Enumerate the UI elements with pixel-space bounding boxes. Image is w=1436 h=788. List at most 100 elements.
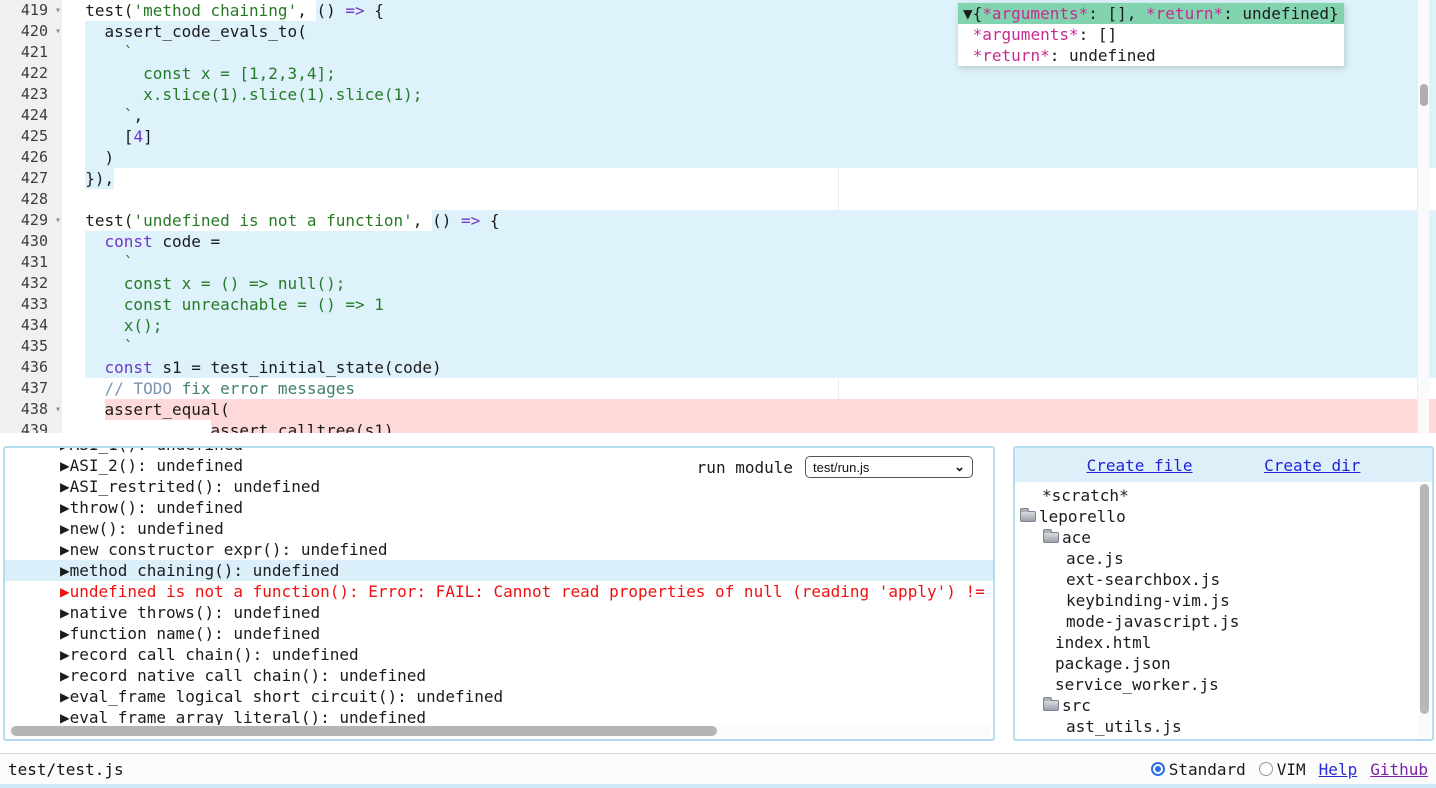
code-line[interactable]: 424 `, [0, 105, 1436, 126]
tree-item-label: keybinding-vim.js [1066, 590, 1230, 611]
test-results-panel: ▶ASI_1(): undefined▶ASI_2(): undefined▶A… [3, 446, 995, 741]
code-line[interactable]: 427 }), [0, 168, 1436, 189]
test-result-item[interactable]: ▶method chaining(): undefined [5, 560, 993, 581]
test-result-item[interactable]: ▶new(): undefined [5, 518, 993, 539]
value-tooltip-header[interactable]: ▼{*arguments*: [], *return*: undefined} [958, 3, 1344, 24]
radio-standard-label: Standard [1169, 760, 1246, 779]
line-gutter: 436 [0, 357, 62, 378]
code-text[interactable]: assert_calltree(s1) [62, 420, 1436, 433]
value-tooltip-row[interactable]: *return*: undefined [958, 45, 1344, 66]
code-segment: () => { [432, 210, 499, 231]
test-result-item[interactable]: ▶record call chain(): undefined [5, 644, 993, 665]
test-result-item[interactable]: ▶ASI_restrited(): undefined [5, 476, 993, 497]
create-file-link[interactable]: Create file [1087, 456, 1193, 475]
file-tree-panel: Create file Create dir *scratch*leporell… [1013, 446, 1434, 741]
editor-scrollbar-thumb[interactable] [1420, 84, 1428, 106]
code-text[interactable]: const code = [62, 231, 1436, 252]
line-number: 421 [21, 43, 48, 61]
tree-file-item[interactable]: keybinding-vim.js [1015, 590, 1432, 611]
code-text[interactable] [62, 189, 1436, 210]
line-number: 431 [21, 253, 48, 271]
code-line[interactable]: 436 const s1 = test_initial_state(code) [0, 357, 1436, 378]
test-result-item[interactable]: ▶undefined is not a function(): Error: F… [5, 581, 993, 602]
tree-file-item[interactable]: index.html [1015, 632, 1432, 653]
test-result-item[interactable]: ▶record native call chain(): undefined [5, 665, 993, 686]
code-line[interactable]: 430 const code = [0, 231, 1436, 252]
tree-file-item[interactable]: ace.js [1015, 548, 1432, 569]
tree-file-item[interactable]: *scratch* [1015, 485, 1432, 506]
code-segment [66, 105, 85, 126]
create-dir-link[interactable]: Create dir [1264, 456, 1360, 475]
code-line[interactable]: 426 ) [0, 147, 1436, 168]
tree-scrollbar-thumb[interactable] [1420, 484, 1429, 714]
code-text[interactable]: test('undefined is not a function', () =… [62, 210, 1436, 231]
code-segment: const s1 = test_initial_state(code) [85, 357, 441, 378]
code-text[interactable]: [4] [62, 126, 1436, 147]
run-module-select[interactable]: test/run.js ⌄ [805, 456, 973, 478]
keybinding-vim-option[interactable]: VIM [1259, 760, 1306, 779]
code-line[interactable]: 433 const unreachable = () => 1 [0, 294, 1436, 315]
code-line[interactable]: 435 ` [0, 336, 1436, 357]
tree-file-item[interactable]: ext-searchbox.js [1015, 569, 1432, 590]
github-link[interactable]: Github [1370, 760, 1428, 779]
line-gutter: 426 [0, 147, 62, 168]
test-result-item[interactable]: ▶function name(): undefined [5, 623, 993, 644]
code-line[interactable]: 428 [0, 189, 1436, 210]
code-text[interactable]: const x = () => null(); [62, 273, 1436, 294]
keybinding-standard-option[interactable]: Standard [1151, 760, 1246, 779]
help-link[interactable]: Help [1319, 760, 1358, 779]
code-text[interactable]: // TODO fix error messages [62, 378, 1436, 399]
code-text[interactable]: const unreachable = () => 1 [62, 294, 1436, 315]
code-text[interactable]: x.slice(1).slice(1).slice(1); [62, 84, 1436, 105]
tree-folder-item[interactable]: leporello [1015, 506, 1432, 527]
code-line[interactable]: 423 x.slice(1).slice(1).slice(1); [0, 84, 1436, 105]
test-result-item[interactable]: ▶eval_frame logical short circuit(): und… [5, 686, 993, 707]
results-hscrollbar-thumb[interactable] [11, 726, 717, 736]
fold-arrow-icon[interactable]: ▾ [55, 399, 61, 420]
test-result-item[interactable]: ▶throw(): undefined [5, 497, 993, 518]
tree-file-item[interactable]: ast_utils.js [1015, 716, 1432, 737]
radio-vim[interactable] [1259, 762, 1273, 776]
test-result-item[interactable]: ▶new constructor expr(): undefined [5, 539, 993, 560]
code-text[interactable]: const x = [1,2,3,4]; [62, 63, 1436, 84]
code-line[interactable]: 432 const x = () => null(); [0, 273, 1436, 294]
code-segment: const code = [85, 231, 220, 252]
code-line[interactable]: 429 ▾ test('undefined is not a function',… [0, 210, 1436, 231]
code-line[interactable]: 425 [4] [0, 126, 1436, 147]
code-line[interactable]: 437 // TODO fix error messages [0, 378, 1436, 399]
line-gutter: 431 [0, 252, 62, 273]
tree-item-label: package.json [1055, 653, 1171, 674]
tree-folder-item[interactable]: src [1015, 695, 1432, 716]
code-text[interactable]: }), [62, 168, 1436, 189]
fold-arrow-icon[interactable]: ▾ [55, 210, 61, 231]
tree-folder-item[interactable]: ace [1015, 527, 1432, 548]
code-line[interactable]: 438▾ assert_equal( [0, 399, 1436, 420]
test-result-item[interactable]: ▶ASI_1(): undefined [5, 446, 993, 455]
code-text[interactable]: `, [62, 105, 1436, 126]
value-tooltip-row[interactable]: *arguments*: [] [958, 24, 1344, 45]
code-line[interactable]: 439 assert_calltree(s1) [0, 420, 1436, 433]
tree-file-item[interactable]: service_worker.js [1015, 674, 1432, 695]
code-line[interactable]: 434 x(); [0, 315, 1436, 336]
fold-arrow-icon[interactable]: ▾ [55, 21, 61, 42]
line-gutter: 437 [0, 378, 62, 399]
radio-standard[interactable] [1151, 762, 1165, 776]
code-line[interactable]: 422 const x = [1,2,3,4]; [0, 63, 1436, 84]
code-segment [66, 84, 85, 105]
test-result-item[interactable]: ▶native throws(): undefined [5, 602, 993, 623]
fold-arrow-icon[interactable]: ▾ [55, 0, 61, 21]
tree-file-item[interactable]: mode-javascript.js [1015, 611, 1432, 632]
code-text[interactable]: const s1 = test_initial_state(code) [62, 357, 1436, 378]
code-text[interactable]: assert_equal( [62, 399, 1436, 420]
code-text[interactable]: x(); [62, 315, 1436, 336]
code-segment [66, 231, 85, 252]
code-text[interactable]: ) [62, 147, 1436, 168]
code-segment: x(); [85, 315, 162, 336]
folder-icon [1020, 511, 1036, 522]
line-number: 422 [21, 64, 48, 82]
line-number: 429 [21, 211, 48, 229]
code-text[interactable]: ` [62, 336, 1436, 357]
tree-file-item[interactable]: package.json [1015, 653, 1432, 674]
code-text[interactable]: ` [62, 252, 1436, 273]
code-line[interactable]: 431 ` [0, 252, 1436, 273]
